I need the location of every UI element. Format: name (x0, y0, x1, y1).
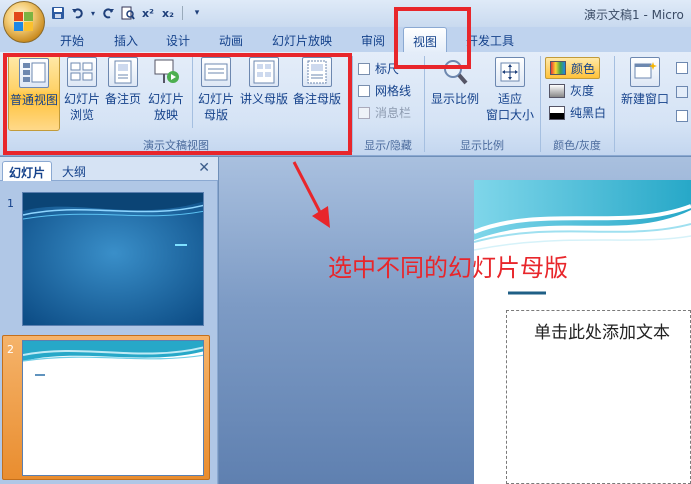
message-bar-checkbox-box (358, 106, 370, 119)
fit-to-window-label: 适应 窗口大小 (485, 92, 534, 122)
grayscale-button[interactable]: 灰度 (549, 82, 594, 99)
tab-slides[interactable]: 幻灯片 (2, 161, 53, 181)
group-separator (614, 56, 615, 152)
ribbon-tab-row: 开始 插入 设计 动画 幻灯片放映 审阅 视图 开发工具 (0, 27, 691, 53)
tab-animation[interactable]: 动画 (219, 32, 243, 49)
office-logo-icon (14, 12, 34, 32)
print-preview-icon[interactable] (120, 5, 136, 21)
fit-to-window-button[interactable]: 适应 窗口大小 (484, 55, 536, 131)
superscript-icon[interactable]: x² (140, 5, 156, 21)
save-icon[interactable] (50, 5, 66, 21)
move-split-icon[interactable] (676, 110, 688, 122)
new-window-label: 新建窗口 (620, 92, 669, 106)
message-bar-label: 消息栏 (375, 106, 412, 120)
tab-review[interactable]: 审阅 (361, 32, 385, 49)
gridlines-label: 网格线 (375, 84, 412, 98)
slide-number: 2 (7, 343, 14, 356)
new-window-icon (630, 57, 660, 87)
tab-design[interactable]: 设计 (166, 32, 190, 49)
cascade-icon[interactable] (676, 86, 688, 98)
tab-developer[interactable]: 开发工具 (466, 32, 514, 49)
tab-slideshow[interactable]: 幻灯片放映 (272, 32, 332, 49)
color-button[interactable]: 颜色 (545, 57, 601, 79)
fit-to-window-icon (495, 57, 525, 87)
customize-qat-icon[interactable]: ▾ (189, 5, 205, 21)
show-hide-group-label: 显示/隐藏 (364, 139, 412, 152)
subscript-icon[interactable]: x₂ (160, 5, 176, 21)
slide-thumbnail-2[interactable] (22, 340, 204, 476)
highlight-box-views (3, 53, 352, 155)
annotation-text: 选中不同的幻灯片母版 (328, 254, 568, 282)
gridlines-checkbox[interactable]: 网格线 (358, 82, 411, 99)
tab-outline[interactable]: 大纲 (56, 161, 92, 181)
gridlines-checkbox-box (358, 84, 370, 97)
undo-dropdown-icon[interactable]: ▾ (90, 5, 96, 21)
annotation-arrow-icon (292, 161, 330, 228)
slide-number: 1 (7, 197, 14, 210)
color-group-label: 颜色/灰度 (553, 139, 601, 152)
grayscale-label: 灰度 (570, 84, 595, 98)
tab-insert[interactable]: 插入 (114, 32, 138, 49)
color-label: 颜色 (571, 61, 596, 76)
undo-icon[interactable] (70, 5, 86, 21)
pure-bw-label: 纯黑白 (570, 106, 607, 120)
ruler-checkbox[interactable]: 标尺 (358, 60, 399, 77)
qat-separator (182, 6, 183, 20)
slides-pane: 幻灯片 大纲 ✕ 1 2 (0, 157, 218, 484)
arrange-all-icon[interactable] (676, 62, 688, 74)
black-white-swatch-icon (549, 105, 565, 120)
message-bar-checkbox: 消息栏 (358, 104, 411, 121)
redo-icon[interactable] (100, 5, 116, 21)
pane-tabs: 幻灯片 大纲 ✕ (0, 157, 218, 181)
pure-bw-button[interactable]: 纯黑白 (549, 104, 606, 121)
placeholder-text: 单击此处添加文本 (534, 323, 670, 343)
title-bar: ▾ x² x₂ ▾ 演示文稿1 - Micro (0, 0, 691, 27)
color-swatch-icon (550, 61, 566, 75)
window-title: 演示文稿1 - Micro (584, 8, 684, 22)
zoom-group-label: 显示比例 (460, 139, 504, 152)
new-window-button[interactable]: 新建窗口 (618, 55, 672, 131)
tab-home[interactable]: 开始 (60, 32, 84, 49)
close-icon[interactable]: ✕ (198, 160, 210, 176)
quick-access-toolbar: ▾ x² x₂ ▾ (50, 4, 205, 22)
office-button[interactable] (3, 1, 45, 43)
grayscale-swatch-icon (549, 83, 565, 98)
highlight-box-view-tab (394, 7, 471, 69)
ruler-checkbox-box (358, 62, 370, 75)
zoom-label: 显示比例 (430, 92, 479, 106)
slide-thumbnail-1[interactable] (22, 192, 204, 326)
